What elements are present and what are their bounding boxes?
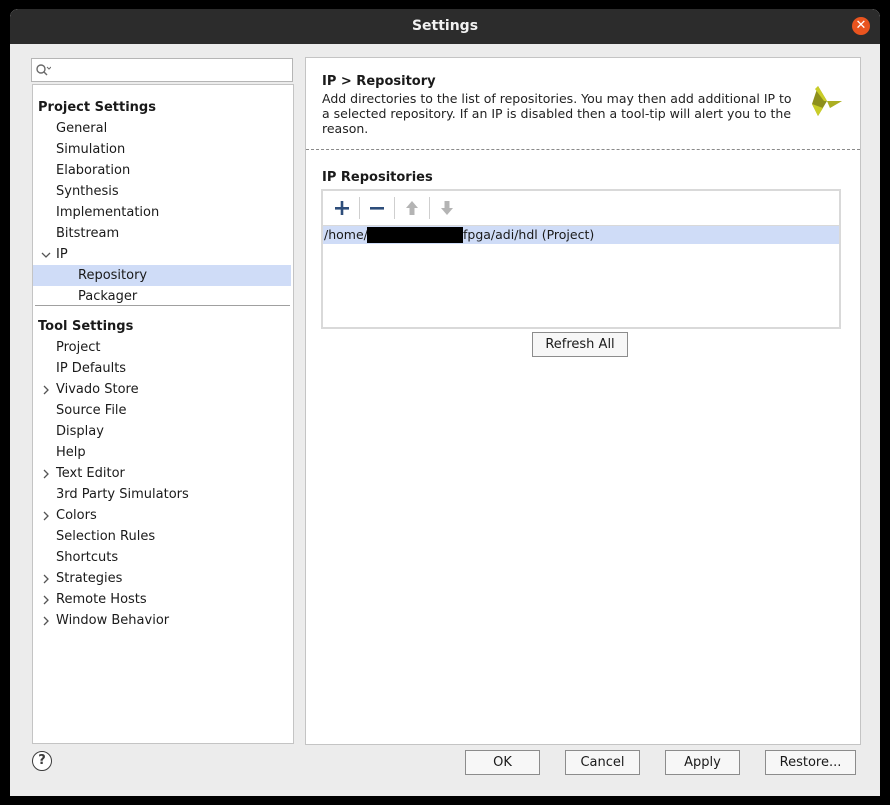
page-description: Add directories to the list of repositor… [322, 91, 792, 136]
repository-row[interactable]: /home/ fpga/adi/hdl (Project) [323, 226, 839, 244]
chevron-down-icon[interactable] [41, 250, 51, 260]
tree-item-selection-rules[interactable]: Selection Rules [33, 526, 291, 547]
repositories-label: IP Repositories [322, 170, 433, 185]
tree-item-project[interactable]: Project [33, 337, 291, 358]
tree-item-repository[interactable]: Repository [33, 265, 291, 286]
tree-item-label: Repository [78, 268, 148, 283]
tree-item-window-behavior[interactable]: Window Behavior [33, 610, 291, 631]
tree-item-source-file[interactable]: Source File [33, 400, 291, 421]
chevron-right-icon[interactable] [41, 469, 51, 479]
redacted-text [367, 227, 463, 243]
arrow-up-icon [406, 201, 418, 215]
tree-item-vivado-store[interactable]: Vivado Store [33, 379, 291, 400]
help-icon: ? [38, 753, 46, 768]
minus-icon [370, 207, 384, 210]
search-box[interactable] [31, 58, 293, 82]
tree-item-label: Vivado Store [56, 382, 139, 397]
toolbar-separator [359, 197, 360, 219]
tree-item-label: Elaboration [56, 163, 131, 178]
tree-item-label: General [56, 121, 108, 136]
tree-item-bitstream[interactable]: Bitstream [33, 223, 291, 244]
plus-icon [335, 201, 349, 215]
toolbar-separator [394, 197, 395, 219]
tree-item-label: Bitstream [56, 226, 120, 241]
chevron-right-icon[interactable] [41, 574, 51, 584]
tree-item-label: Window Behavior [56, 613, 170, 628]
chevron-right-icon[interactable] [41, 595, 51, 605]
move-down-button[interactable] [436, 197, 458, 219]
tree-item-label: Project [56, 340, 101, 355]
window-title: Settings [411, 18, 479, 34]
add-repository-button[interactable] [331, 197, 353, 219]
tree-item-label: Synthesis [56, 184, 119, 199]
tree-item-label: IP Defaults [56, 361, 127, 376]
tree-item-label: Remote Hosts [56, 592, 147, 607]
search-icon [36, 64, 51, 76]
settings-window: Settings ✕ Project Settings General Simul… [10, 9, 880, 796]
refresh-all-button[interactable]: Refresh All [532, 332, 628, 357]
tree-item-label: 3rd Party Simulators [56, 487, 189, 502]
header-divider [306, 149, 860, 150]
tree-item-packager[interactable]: Packager [33, 286, 291, 307]
tree-item-label: Selection Rules [56, 529, 156, 544]
tree-item-strategies[interactable]: Strategies [33, 568, 291, 589]
tree-item-ip-defaults[interactable]: IP Defaults [33, 358, 291, 379]
tree-item-label: Shortcuts [56, 550, 119, 565]
chevron-right-icon[interactable] [41, 616, 51, 626]
tree-item-text-editor[interactable]: Text Editor [33, 463, 291, 484]
apply-button[interactable]: Apply [665, 750, 740, 775]
tree-item-label: Display [56, 424, 104, 439]
tree-item-general[interactable]: General [33, 118, 291, 139]
tree-item-simulation[interactable]: Simulation [33, 139, 291, 160]
tree-item-ip[interactable]: IP [33, 244, 291, 265]
title-bar: Settings ✕ [10, 9, 880, 44]
tree-section-tool-settings[interactable]: Tool Settings [38, 316, 296, 337]
tree-item-3rd-party-simulators[interactable]: 3rd Party Simulators [33, 484, 291, 505]
chevron-right-icon[interactable] [41, 385, 51, 395]
repositories-toolbar [323, 191, 839, 226]
page-title: IP > Repository [322, 74, 436, 89]
tree-section-project-settings[interactable]: Project Settings [38, 97, 296, 118]
tree-item-remote-hosts[interactable]: Remote Hosts [33, 589, 291, 610]
tree-item-display[interactable]: Display [33, 421, 291, 442]
search-input[interactable] [54, 60, 288, 80]
tree-item-label: IP [56, 247, 68, 262]
repository-path-prefix: /home/ [324, 227, 368, 242]
tree-item-label: Implementation [56, 205, 160, 220]
tree-item-label: Strategies [56, 571, 123, 586]
tree-item-label: Source File [56, 403, 127, 418]
tree-item-help[interactable]: Help [33, 442, 291, 463]
help-button[interactable]: ? [32, 751, 52, 771]
chevron-right-icon[interactable] [41, 511, 51, 521]
toolbar-separator [429, 197, 430, 219]
repositories-list[interactable]: /home/ fpga/adi/hdl (Project) [321, 189, 841, 329]
tree-item-colors[interactable]: Colors [33, 505, 291, 526]
tree-item-label: Help [56, 445, 86, 460]
close-button[interactable]: ✕ [852, 17, 870, 35]
restore-button[interactable]: Restore... [765, 750, 856, 775]
arrow-down-icon [441, 201, 453, 215]
tree-item-label: Simulation [56, 142, 126, 157]
tree-item-elaboration[interactable]: Elaboration [33, 160, 291, 181]
tree-item-implementation[interactable]: Implementation [33, 202, 291, 223]
tree-item-synthesis[interactable]: Synthesis [33, 181, 291, 202]
tree-item-label: Colors [56, 508, 97, 523]
move-up-button[interactable] [401, 197, 423, 219]
repository-path-suffix: fpga/adi/hdl (Project) [463, 227, 595, 242]
tree-item-shortcuts[interactable]: Shortcuts [33, 547, 291, 568]
settings-panel: IP > Repository Add directories to the l… [305, 57, 861, 745]
close-icon: ✕ [855, 18, 867, 33]
remove-repository-button[interactable] [366, 197, 388, 219]
tree-item-label: Text Editor [56, 466, 125, 481]
tree-item-label: Packager [78, 289, 138, 304]
xilinx-logo-icon [812, 86, 842, 116]
settings-tree: Project Settings General Simulation Elabor… [32, 84, 294, 744]
tree-separator [35, 305, 290, 306]
ok-button[interactable]: OK [465, 750, 540, 775]
cancel-button[interactable]: Cancel [565, 750, 640, 775]
